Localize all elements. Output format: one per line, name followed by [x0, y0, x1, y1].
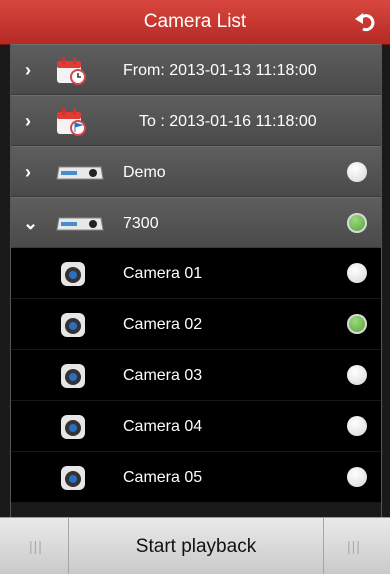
- chevron-right-icon: ›: [25, 111, 31, 131]
- dvr-device-icon: [56, 217, 104, 231]
- to-time-label: To : 2013-01-16 11:18:00: [139, 113, 317, 130]
- camera-row[interactable]: Camera 03: [11, 350, 381, 401]
- camera-label: Camera 05: [123, 469, 203, 486]
- camera-row[interactable]: Camera 05: [11, 452, 381, 503]
- page-title: Camera List: [143, 11, 247, 32]
- calendar-clock-icon: [57, 57, 86, 85]
- camera-label: Camera 04: [123, 418, 203, 435]
- from-time-label: From: 2013-01-13 11:18:00: [123, 62, 317, 79]
- grip-handle-icon: |||: [347, 538, 361, 554]
- device-label-7300: 7300: [123, 215, 159, 232]
- camera-icon: [61, 313, 85, 337]
- footer-toolbar: ||| Start playback |||: [0, 517, 390, 574]
- camera-tree-list[interactable]: › From: 2013-01-13 11:18:00 › To : 2013-…: [10, 44, 382, 517]
- header-bar: Camera List: [0, 0, 390, 45]
- dvr-device-icon: [56, 166, 104, 180]
- device-label-demo: Demo: [123, 164, 166, 181]
- camera-icon: [61, 364, 85, 388]
- device-select-radio[interactable]: [347, 213, 367, 233]
- camera-label: Camera 02: [123, 316, 203, 333]
- device-row-demo[interactable]: › Demo: [11, 146, 381, 197]
- camera-icon: [61, 466, 85, 490]
- device-select-radio[interactable]: [347, 162, 367, 182]
- calendar-flag-icon: [57, 108, 86, 136]
- camera-label: Camera 01: [123, 265, 203, 282]
- camera-icon: [61, 262, 85, 286]
- camera-row[interactable]: Camera 01: [11, 248, 381, 299]
- camera-select-radio[interactable]: [347, 263, 367, 283]
- chevron-down-icon: ⌄: [23, 213, 39, 233]
- camera-select-radio[interactable]: [347, 416, 367, 436]
- chevron-right-icon: ›: [25, 162, 31, 182]
- back-undo-icon[interactable]: [354, 10, 378, 34]
- chevron-right-icon: ›: [25, 60, 31, 80]
- grip-handle-icon: |||: [29, 538, 43, 554]
- camera-label: Camera 03: [123, 367, 203, 384]
- app-screen: Camera List › From: 2013-01-13 11:18:00 …: [0, 0, 390, 574]
- to-time-row[interactable]: › To : 2013-01-16 11:18:00: [11, 95, 381, 146]
- device-row-7300[interactable]: ⌄ 7300: [11, 197, 381, 248]
- camera-select-radio[interactable]: [347, 365, 367, 385]
- camera-row[interactable]: Camera 04: [11, 401, 381, 452]
- start-playback-button[interactable]: Start playback: [68, 518, 324, 574]
- from-time-row[interactable]: › From: 2013-01-13 11:18:00: [11, 44, 381, 95]
- camera-row[interactable]: Camera 02: [11, 299, 381, 350]
- camera-icon: [61, 415, 85, 439]
- camera-select-radio[interactable]: [347, 314, 367, 334]
- camera-select-radio[interactable]: [347, 467, 367, 487]
